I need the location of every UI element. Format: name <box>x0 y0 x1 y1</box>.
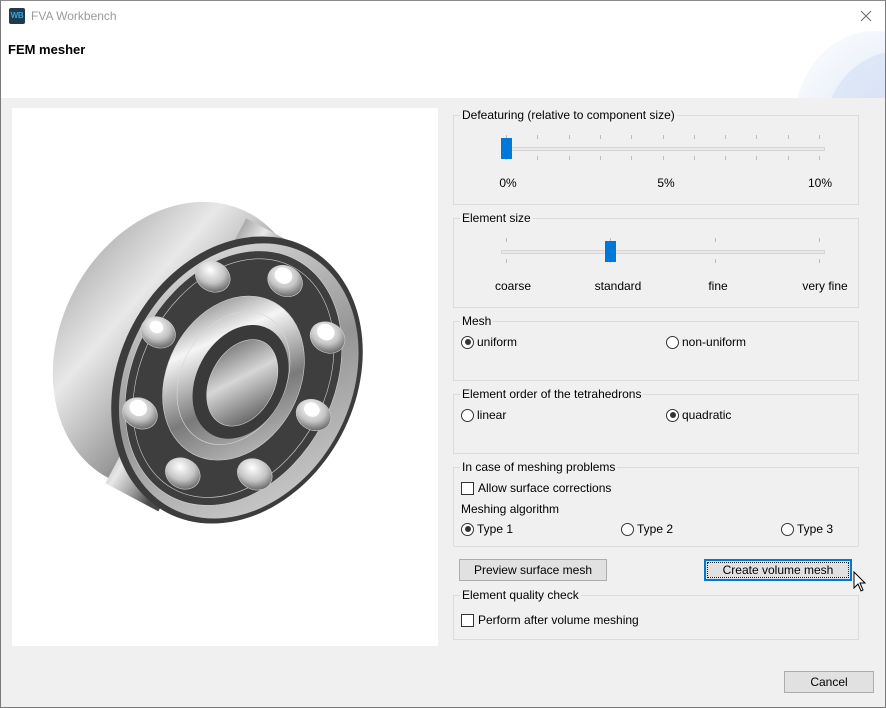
defeaturing-tick-label: 5% <box>657 176 675 190</box>
slider-tick <box>631 135 632 139</box>
window-title: FVA Workbench <box>31 9 117 23</box>
radio-non-uniform[interactable]: non-uniform <box>666 335 746 349</box>
radio-indicator <box>461 335 474 349</box>
element-size-option-label: very fine <box>802 279 848 293</box>
meshing-problems-group: In case of meshing problems Allow surfac… <box>453 459 859 547</box>
slider-tick <box>663 156 664 160</box>
radio-type-1[interactable]: Type 1 <box>461 522 513 536</box>
model-preview[interactable] <box>12 108 438 646</box>
slider-tick <box>537 156 538 160</box>
element-size-option-label: coarse <box>494 279 532 293</box>
element-order-label: Element order of the tetrahedrons <box>460 386 644 402</box>
slider-tick <box>725 156 726 160</box>
mesh-label: Mesh <box>460 313 494 329</box>
close-button[interactable] <box>851 3 881 29</box>
preview-surface-mesh-button[interactable]: Preview surface mesh <box>459 559 607 581</box>
radio-label: non-uniform <box>682 335 747 349</box>
radio-label: quadratic <box>682 408 732 422</box>
checkbox-indicator <box>461 481 474 495</box>
radio-label: Type 3 <box>797 522 834 536</box>
bearing-render <box>52 201 363 524</box>
meshing-problems-label: In case of meshing problems <box>460 459 618 475</box>
slider-tick <box>819 156 820 160</box>
defeaturing-tick-label: 0% <box>499 176 517 190</box>
element-order-group: Element order of the tetrahedrons linear… <box>453 386 859 454</box>
radio-indicator <box>461 408 474 422</box>
slider-tick <box>600 156 601 160</box>
slider-tick <box>819 259 820 263</box>
radio-type-2[interactable]: Type 2 <box>621 522 673 536</box>
defeaturing-tick-label: 10% <box>807 176 833 190</box>
slider-tick <box>600 135 601 139</box>
slider-tick <box>788 156 789 160</box>
app-logo-icon: WB <box>9 8 25 24</box>
defeaturing-label: Defeaturing (relative to component size) <box>460 107 677 123</box>
slider-tick <box>537 135 538 139</box>
slider-tick <box>663 135 664 139</box>
slider-tick <box>569 156 570 160</box>
element-size-option-label: standard <box>594 279 642 293</box>
element-size-label: Element size <box>460 210 533 226</box>
slider-tick <box>715 238 716 242</box>
slider-tick <box>506 259 507 263</box>
cancel-button[interactable]: Cancel <box>784 671 874 693</box>
radio-indicator <box>461 522 474 536</box>
slider-tick <box>506 238 507 242</box>
slider-tick <box>756 135 757 139</box>
quality-check-group: Element quality check Perform after volu… <box>453 587 859 640</box>
defeaturing-group: Defeaturing (relative to component size)… <box>453 107 859 205</box>
radio-label: Type 1 <box>477 522 514 536</box>
slider-tick <box>569 135 570 139</box>
radio-label: Type 2 <box>637 522 674 536</box>
element-size-group: Element size coarse standard fine very f… <box>453 210 859 308</box>
radio-indicator <box>666 335 679 349</box>
create-volume-mesh-button[interactable]: Create volume mesh <box>704 559 852 581</box>
page-title: FEM mesher <box>8 42 86 57</box>
defeaturing-slider-thumb[interactable] <box>501 138 512 159</box>
radio-label: uniform <box>477 335 518 349</box>
mouse-pointer-icon <box>853 571 867 592</box>
slider-tick <box>819 238 820 242</box>
header-banner: FEM mesher <box>1 31 885 98</box>
focus-ring <box>707 562 849 578</box>
slider-tick <box>631 156 632 160</box>
mesh-group: Mesh uniform non-uniform <box>453 313 859 381</box>
checkbox-indicator <box>461 613 474 627</box>
slider-tick <box>694 156 695 160</box>
perform-after-volume-meshing-checkbox[interactable]: Perform after volume meshing <box>461 613 639 627</box>
checkbox-label: Allow surface corrections <box>478 481 612 495</box>
slider-tick <box>756 156 757 160</box>
slider-tick <box>788 135 789 139</box>
defeaturing-slider-track[interactable] <box>501 147 825 151</box>
radio-linear[interactable]: linear <box>461 408 506 422</box>
slider-tick <box>715 259 716 263</box>
radio-type-3[interactable]: Type 3 <box>781 522 833 536</box>
title-bar: WB FVA Workbench <box>1 1 885 31</box>
slider-tick <box>819 135 820 139</box>
allow-surface-corrections-checkbox[interactable]: Allow surface corrections <box>461 481 611 495</box>
slider-tick <box>725 135 726 139</box>
element-size-slider-track[interactable] <box>501 250 825 254</box>
radio-indicator <box>666 408 679 422</box>
checkbox-label: Perform after volume meshing <box>478 613 639 627</box>
quality-check-label: Element quality check <box>460 587 581 603</box>
element-size-option-label: fine <box>708 279 728 293</box>
close-icon <box>860 10 872 22</box>
element-size-slider-thumb[interactable] <box>605 241 616 262</box>
slider-tick <box>694 135 695 139</box>
radio-label: linear <box>477 408 507 422</box>
radio-quadratic[interactable]: quadratic <box>666 408 731 422</box>
radio-indicator <box>781 522 794 536</box>
meshing-algorithm-label: Meshing algorithm <box>461 502 560 516</box>
radio-indicator <box>621 522 634 536</box>
radio-uniform[interactable]: uniform <box>461 335 517 349</box>
dialog-window: WB FVA Workbench FEM mesher Defeaturing … <box>0 0 886 708</box>
